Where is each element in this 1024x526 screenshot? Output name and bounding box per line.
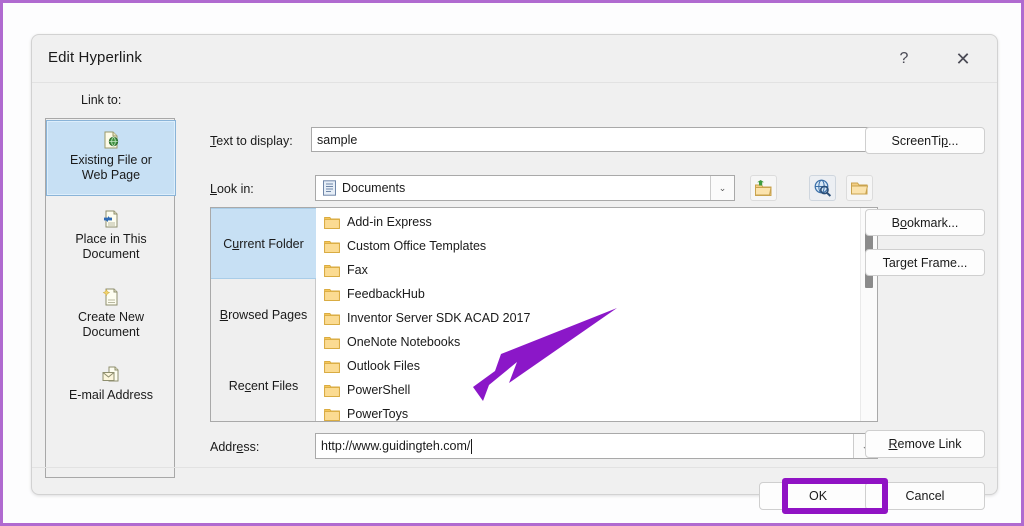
folder-icon bbox=[324, 336, 340, 349]
sidebar-item-existing-file-or-web-page[interactable]: Existing File or Web Page bbox=[46, 120, 176, 196]
cancel-button[interactable]: Cancel bbox=[865, 482, 985, 510]
tab-recent-files[interactable]: Recent Files bbox=[211, 351, 316, 421]
up-one-folder-button[interactable] bbox=[750, 175, 777, 201]
folder-list-item[interactable]: FeedbackHub bbox=[324, 282, 425, 306]
folder-list-item[interactable]: PowerToys bbox=[324, 402, 408, 421]
look-in-value: Documents bbox=[342, 181, 406, 195]
look-in-combobox[interactable]: Documents ⌄ bbox=[315, 175, 735, 201]
close-icon[interactable]: ✕ bbox=[944, 45, 982, 73]
sidebar-item-label: Place in This bbox=[75, 232, 147, 246]
folder-list-item[interactable]: OneNote Notebooks bbox=[324, 330, 460, 354]
folder-icon bbox=[324, 216, 340, 229]
folder-icon bbox=[324, 360, 340, 373]
folder-icon bbox=[324, 288, 340, 301]
folder-list-item[interactable]: Custom Office Templates bbox=[324, 234, 486, 258]
help-icon[interactable]: ? bbox=[885, 45, 923, 73]
document-arrow-icon bbox=[101, 206, 121, 232]
folder-list-item[interactable]: Outlook Files bbox=[324, 354, 420, 378]
look-in-label: Look in: bbox=[210, 182, 254, 196]
edit-hyperlink-dialog: Edit Hyperlink ? ✕ Link to: Existing Fil… bbox=[31, 34, 998, 514]
sidebar-item-label-2: Web Page bbox=[81, 168, 141, 182]
sidebar-item-label: Create New bbox=[78, 310, 144, 324]
folder-icon bbox=[324, 384, 340, 397]
sidebar-item-create-new-document[interactable]: Create New Document bbox=[46, 277, 176, 351]
browse-tab-column: Current Folder Browsed Pages Recent File… bbox=[211, 208, 316, 421]
link-to-sidebar: Existing File or Web Page Place in This … bbox=[45, 118, 176, 478]
folder-name: PowerShell bbox=[347, 383, 411, 397]
button-label: Remove Link bbox=[888, 437, 962, 451]
dialog-title: Edit Hyperlink bbox=[48, 49, 142, 66]
target-frame-button[interactable]: Target Frame... bbox=[865, 249, 985, 276]
text-to-display-label: Text to display: bbox=[210, 134, 293, 148]
folder-name: Fax bbox=[347, 263, 368, 277]
button-label: Bookmark... bbox=[891, 215, 959, 230]
screentip-button[interactable]: ScreenTip... bbox=[865, 127, 985, 154]
chevron-down-icon[interactable]: ⌄ bbox=[710, 176, 734, 200]
button-label: Target Frame... bbox=[882, 255, 968, 270]
sidebar-item-label: E-mail Address bbox=[68, 388, 154, 402]
documents-folder-icon bbox=[316, 180, 342, 196]
folder-name: Add-in Express bbox=[347, 215, 432, 229]
folder-name: FeedbackHub bbox=[347, 287, 425, 301]
sidebar-item-place-in-this-document[interactable]: Place in This Document bbox=[46, 199, 176, 273]
folder-name: OneNote Notebooks bbox=[347, 335, 461, 349]
folder-list-item[interactable]: Add-in Express bbox=[324, 210, 432, 234]
folder-icon bbox=[324, 312, 340, 325]
vertical-scrollbar[interactable] bbox=[860, 208, 877, 421]
tab-current-folder[interactable]: Current Folder bbox=[211, 208, 316, 279]
document-globe-icon bbox=[101, 127, 121, 153]
annotation-arrow bbox=[473, 308, 617, 401]
folder-name: PowerToys bbox=[347, 407, 409, 421]
folder-name: Custom Office Templates bbox=[347, 239, 487, 253]
sidebar-item-label-2: Document bbox=[82, 325, 140, 339]
folder-icon bbox=[324, 264, 340, 277]
tab-label: Current Folder bbox=[223, 236, 304, 251]
bookmark-button[interactable]: Bookmark... bbox=[865, 209, 985, 236]
sidebar-item-email-address[interactable]: E-mail Address bbox=[46, 355, 176, 429]
sidebar-item-label-2: Document bbox=[82, 247, 140, 261]
link-to-label: Link to: bbox=[81, 93, 122, 107]
folder-list-item[interactable]: Fax bbox=[324, 258, 368, 282]
remove-link-button[interactable]: Remove Link bbox=[865, 430, 985, 458]
text-caret bbox=[471, 438, 473, 454]
tab-browsed-pages[interactable]: Browsed Pages bbox=[211, 279, 316, 351]
folder-icon bbox=[324, 240, 340, 253]
dialog-titlebar: Edit Hyperlink ? ✕ bbox=[32, 35, 997, 83]
sidebar-item-label: Existing File or bbox=[70, 153, 152, 167]
address-label: Address: bbox=[210, 440, 260, 454]
screenshot-frame: Edit Hyperlink ? ✕ Link to: Existing Fil… bbox=[0, 0, 1024, 526]
folder-icon bbox=[324, 408, 340, 421]
folder-name: Outlook Files bbox=[347, 359, 420, 373]
tab-label: Recent Files bbox=[228, 379, 299, 393]
folder-list-item[interactable]: PowerShell bbox=[324, 378, 410, 402]
address-input[interactable]: http://www.guidingteh.com/ ⌄ bbox=[315, 433, 878, 459]
tab-label: Browsed Pages bbox=[219, 308, 308, 322]
text-to-display-input[interactable]: sample bbox=[311, 127, 878, 152]
ok-button[interactable]: OK bbox=[759, 482, 877, 510]
browse-for-file-button[interactable] bbox=[846, 175, 873, 201]
envelope-document-icon bbox=[101, 362, 121, 388]
address-value: http://www.guidingteh.com/ bbox=[321, 439, 471, 453]
footer-divider bbox=[32, 467, 997, 468]
browse-the-web-button[interactable] bbox=[809, 175, 836, 201]
new-document-icon bbox=[101, 284, 121, 310]
button-label: ScreenTip... bbox=[891, 133, 959, 148]
